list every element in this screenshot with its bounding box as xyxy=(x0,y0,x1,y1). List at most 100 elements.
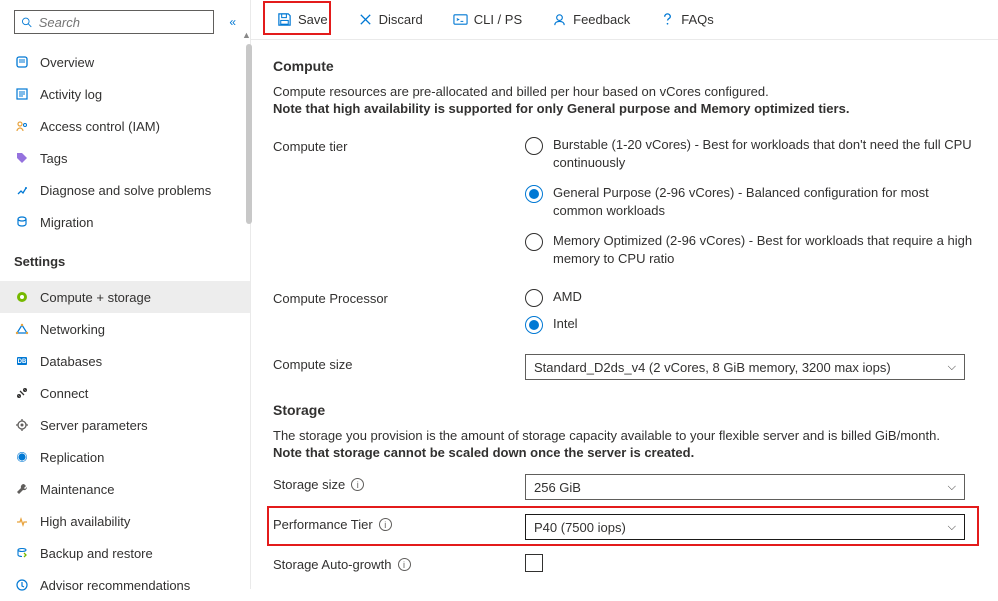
search-box[interactable] xyxy=(14,10,214,34)
radio-icon[interactable] xyxy=(525,137,543,155)
diagnose-icon xyxy=(14,182,30,198)
radio-icon[interactable] xyxy=(525,289,543,307)
sidebar-item-label: Advisor recommendations xyxy=(40,578,190,593)
compute-desc1: Compute resources are pre-allocated and … xyxy=(273,84,976,99)
cli-ps-button[interactable]: CLI / PS xyxy=(445,6,530,34)
compute-size-select[interactable]: Standard_D2ds_v4 (2 vCores, 8 GiB memory… xyxy=(525,354,965,380)
compute-tier-memory[interactable]: Memory Optimized (2-96 vCores) - Best fo… xyxy=(525,232,976,268)
sidebar-item-label: Backup and restore xyxy=(40,546,153,561)
networking-icon xyxy=(14,321,30,337)
sidebar-item-label: Migration xyxy=(40,215,93,230)
migration-icon xyxy=(14,214,30,230)
sidebar-item-maintenance[interactable]: Maintenance xyxy=(0,473,250,505)
compute-processor-label: Compute Processor xyxy=(273,288,525,306)
discard-button[interactable]: Discard xyxy=(350,6,431,34)
sidebar: « Overview Activity log Access control (… xyxy=(0,0,251,589)
storage-auto-growth-label-text: Storage Auto-growth xyxy=(273,557,392,572)
sidebar-item-databases[interactable]: DB Databases xyxy=(0,345,250,377)
save-label: Save xyxy=(298,12,328,27)
faqs-label: FAQs xyxy=(681,12,714,27)
sidebar-item-label: Databases xyxy=(40,354,102,369)
radio-icon[interactable] xyxy=(525,316,543,334)
main-panel: Save Discard CLI / PS Feedback FAQs Comp… xyxy=(251,0,998,589)
svg-text:DB: DB xyxy=(18,359,27,365)
toolbar: Save Discard CLI / PS Feedback FAQs xyxy=(251,0,998,40)
compute-tier-general[interactable]: General Purpose (2-96 vCores) - Balanced… xyxy=(525,184,976,220)
collapse-sidebar-icon[interactable]: « xyxy=(229,15,236,29)
feedback-button[interactable]: Feedback xyxy=(544,6,638,34)
sidebar-item-advisor[interactable]: Advisor recommendations xyxy=(0,569,250,601)
info-icon[interactable]: i xyxy=(398,558,411,571)
info-icon[interactable]: i xyxy=(379,518,392,531)
compute-size-value: Standard_D2ds_v4 (2 vCores, 8 GiB memory… xyxy=(534,360,891,375)
radio-icon[interactable] xyxy=(525,233,543,251)
databases-icon: DB xyxy=(14,353,30,369)
sidebar-item-diagnose[interactable]: Diagnose and solve problems xyxy=(0,174,250,206)
radio-label: Memory Optimized (2-96 vCores) - Best fo… xyxy=(553,232,973,268)
save-button[interactable]: Save xyxy=(269,6,336,34)
cli-label: CLI / PS xyxy=(474,12,522,27)
save-icon xyxy=(277,12,292,27)
compute-processor-intel[interactable]: Intel xyxy=(525,315,976,334)
sidebar-item-label: High availability xyxy=(40,514,130,529)
feedback-icon xyxy=(552,12,567,27)
content-area: Compute Compute resources are pre-alloca… xyxy=(251,40,998,589)
compute-storage-icon xyxy=(14,289,30,305)
sidebar-scrollbar[interactable]: ▲ xyxy=(245,30,250,589)
replication-icon xyxy=(14,449,30,465)
compute-processor-amd[interactable]: AMD xyxy=(525,288,976,307)
storage-size-select[interactable]: 256 GiB ⌵ xyxy=(525,474,965,500)
faqs-button[interactable]: FAQs xyxy=(652,6,722,34)
server-parameters-icon xyxy=(14,417,30,433)
sidebar-item-label: Diagnose and solve problems xyxy=(40,183,211,198)
sidebar-item-connect[interactable]: Connect xyxy=(0,377,250,409)
sidebar-item-server-parameters[interactable]: Server parameters xyxy=(0,409,250,441)
chevron-down-icon: ⌵ xyxy=(948,361,956,374)
radio-label: General Purpose (2-96 vCores) - Balanced… xyxy=(553,184,973,220)
sidebar-item-tags[interactable]: Tags xyxy=(0,142,250,174)
maintenance-icon xyxy=(14,481,30,497)
compute-tier-burstable[interactable]: Burstable (1-20 vCores) - Best for workl… xyxy=(525,136,976,172)
search-icon xyxy=(21,16,33,29)
nav-settings: Compute + storage Networking DB Database… xyxy=(0,281,250,601)
radio-label: Intel xyxy=(553,315,578,333)
chevron-down-icon: ⌵ xyxy=(948,521,956,534)
storage-desc2: Note that storage cannot be scaled down … xyxy=(273,445,976,460)
sidebar-item-access-control[interactable]: Access control (IAM) xyxy=(0,110,250,142)
nav-primary: Overview Activity log Access control (IA… xyxy=(0,46,250,238)
info-icon[interactable]: i xyxy=(351,478,364,491)
sidebar-item-replication[interactable]: Replication xyxy=(0,441,250,473)
overview-icon xyxy=(14,54,30,70)
storage-auto-growth-label: Storage Auto-growth i xyxy=(273,554,525,572)
backup-restore-icon xyxy=(14,545,30,561)
sidebar-item-label: Networking xyxy=(40,322,105,337)
sidebar-item-label: Maintenance xyxy=(40,482,114,497)
cli-icon xyxy=(453,12,468,27)
compute-tier-label: Compute tier xyxy=(273,136,525,154)
performance-tier-select[interactable]: P40 (7500 iops) ⌵ xyxy=(525,514,965,540)
sidebar-item-label: Tags xyxy=(40,151,67,166)
radio-icon[interactable] xyxy=(525,185,543,203)
performance-tier-label: Performance Tier i xyxy=(273,514,525,532)
sidebar-item-label: Compute + storage xyxy=(40,290,151,305)
sidebar-item-networking[interactable]: Networking xyxy=(0,313,250,345)
storage-desc1: The storage you provision is the amount … xyxy=(273,428,976,443)
sidebar-item-label: Connect xyxy=(40,386,88,401)
sidebar-item-high-availability[interactable]: High availability xyxy=(0,505,250,537)
activity-log-icon xyxy=(14,86,30,102)
sidebar-item-migration[interactable]: Migration xyxy=(0,206,250,238)
sidebar-item-activity-log[interactable]: Activity log xyxy=(0,78,250,110)
settings-heading: Settings xyxy=(0,238,250,275)
storage-auto-growth-checkbox[interactable] xyxy=(525,554,543,572)
sidebar-item-label: Server parameters xyxy=(40,418,148,433)
sidebar-item-backup-restore[interactable]: Backup and restore xyxy=(0,537,250,569)
sidebar-item-compute-storage[interactable]: Compute + storage xyxy=(0,281,250,313)
compute-tier-options: Burstable (1-20 vCores) - Best for workl… xyxy=(525,136,976,268)
discard-label: Discard xyxy=(379,12,423,27)
chevron-down-icon: ⌵ xyxy=(948,481,956,494)
high-availability-icon xyxy=(14,513,30,529)
advisor-icon xyxy=(14,577,30,593)
sidebar-item-overview[interactable]: Overview xyxy=(0,46,250,78)
search-input[interactable] xyxy=(39,15,207,30)
compute-processor-options: AMD Intel xyxy=(525,288,976,334)
